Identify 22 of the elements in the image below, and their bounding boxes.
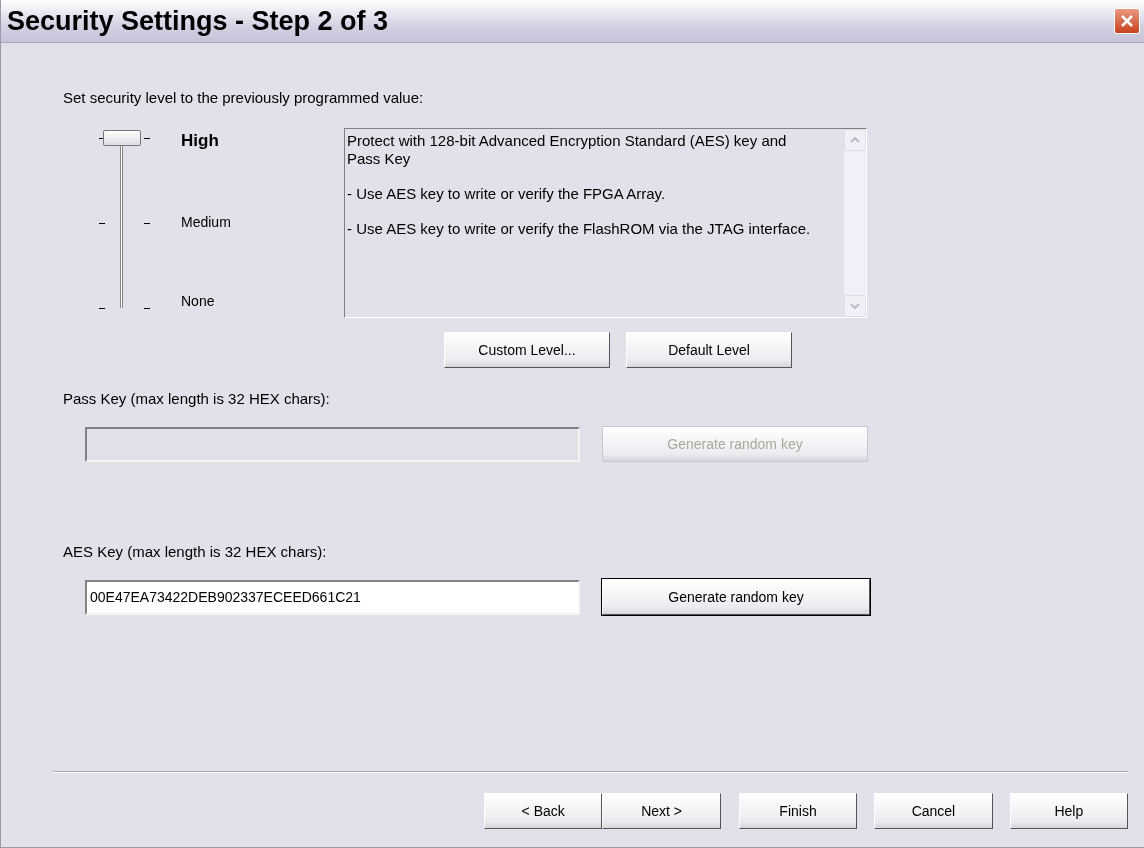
description-text: - Use AES key to write or verify the FlashROM via the JTAG interface. — [347, 220, 812, 238]
level-label: High — [181, 131, 220, 151]
wizard-button[interactable]: Cancel — [874, 793, 993, 829]
level-label: None — [181, 293, 216, 309]
field-label: Pass Key (max length is 32 HEX chars): — [63, 390, 331, 407]
field-label: AES Key (max length is 32 HEX chars): — [63, 543, 328, 560]
wizard-button[interactable]: < Back — [484, 793, 603, 829]
level-label: Medium — [181, 214, 231, 230]
close-button[interactable] — [1114, 8, 1140, 34]
window-title: Security Settings - Step 2 of 3 — [7, 5, 389, 37]
close-icon — [1119, 13, 1135, 29]
level-button[interactable]: Custom Level... — [444, 332, 610, 368]
intro-text: Set security level to the previously programmed value: — [63, 89, 425, 106]
level-button[interactable]: Default Level — [626, 332, 792, 368]
wizard-button[interactable]: Next > — [602, 793, 721, 829]
description-text: - Use AES key to write or verify the FPGA Array. — [347, 185, 667, 203]
wizard-button[interactable]: Help — [1009, 793, 1129, 829]
generate-key-button[interactable]: Generate random key — [602, 579, 870, 615]
key-field[interactable]: 00E47EA73422DEB902337ECEED661C21 — [85, 579, 580, 615]
slider-thumb[interactable] — [103, 130, 141, 146]
wizard-button[interactable]: Finish — [738, 793, 858, 829]
description-text: Protect with 128-bit Advanced Encryption Standard (AES) key and Pass Key — [347, 132, 788, 168]
